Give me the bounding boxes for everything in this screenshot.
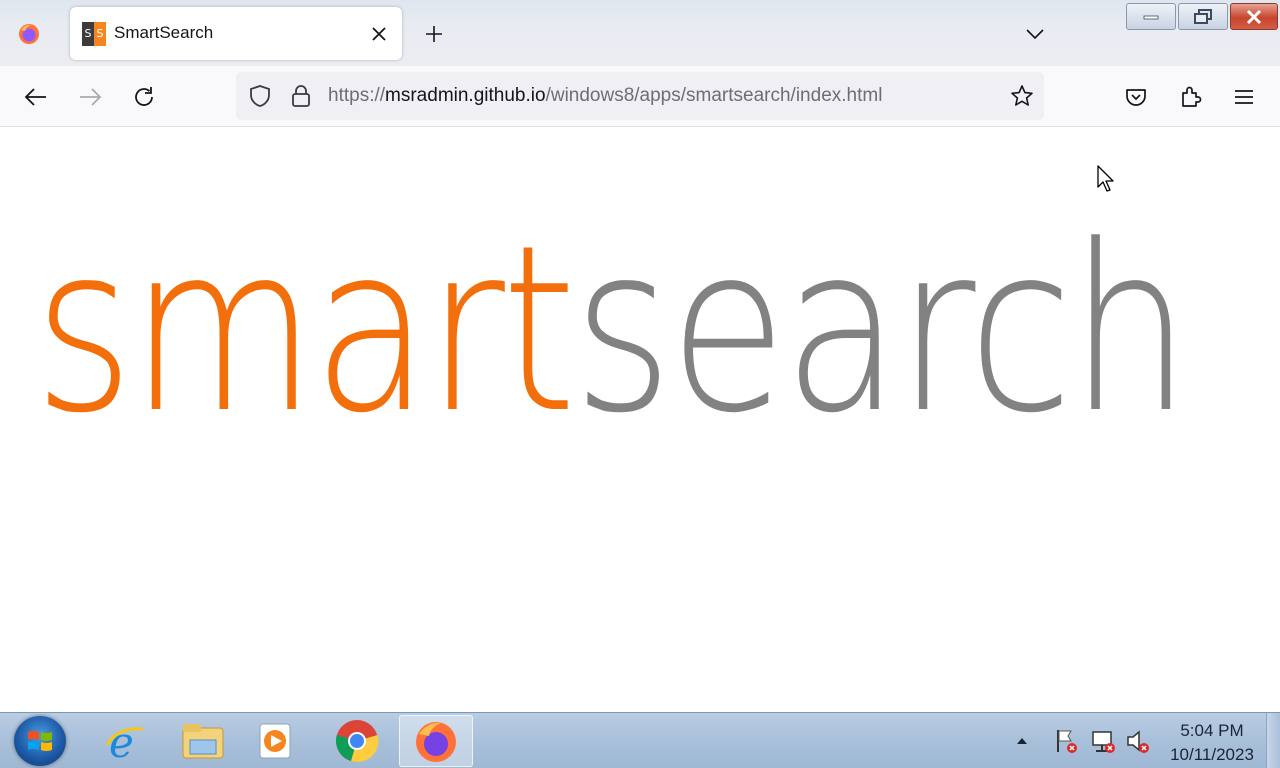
extensions-puzzle-icon[interactable] (1176, 82, 1206, 112)
windows-taskbar: e 5:04 PM 10/11/2023 (0, 712, 1280, 768)
firefox-icon[interactable] (399, 715, 473, 767)
action-center-flag-icon[interactable] (1052, 727, 1080, 755)
list-all-tabs-chevron-down-icon[interactable] (1020, 20, 1050, 48)
hamburger-menu-icon[interactable] (1229, 82, 1259, 112)
taskbar-clock[interactable]: 5:04 PM 10/11/2023 (1160, 719, 1264, 767)
url-bar[interactable]: https://msradmin.github.io/windows8/apps… (236, 72, 1044, 120)
back-arrow-icon[interactable] (21, 82, 51, 112)
favicon-letter: S (82, 22, 94, 46)
tab-smartsearch[interactable]: S S SmartSearch (70, 7, 402, 60)
mouse-pointer-icon (1097, 165, 1117, 193)
logo-search-text: search (573, 197, 1191, 464)
bookmark-star-icon[interactable] (1008, 82, 1036, 110)
page-content: smartsearch (0, 127, 1280, 712)
tab-title: SmartSearch (114, 23, 214, 42)
tab-strip: S S SmartSearch (0, 0, 1280, 66)
show-desktop-button[interactable] (1266, 713, 1280, 768)
lock-icon[interactable] (288, 82, 314, 110)
window-restore-button[interactable] (1178, 3, 1228, 30)
network-icon[interactable] (1088, 727, 1116, 755)
window-close-button[interactable] (1230, 3, 1278, 30)
volume-muted-icon[interactable] (1124, 727, 1152, 755)
close-tab-icon[interactable] (368, 23, 390, 45)
start-button-windows-icon[interactable] (14, 716, 66, 766)
url-scheme: https:// (328, 85, 386, 106)
url-host: msradmin.github.io (385, 85, 546, 106)
new-tab-plus-icon[interactable] (420, 20, 448, 48)
url-path: /windows8/apps/smartsearch/index.html (545, 85, 883, 106)
reload-icon[interactable] (129, 82, 159, 112)
pocket-icon[interactable] (1121, 82, 1151, 112)
firefox-view-icon[interactable] (14, 20, 44, 48)
show-hidden-icons-arrow-icon[interactable] (1014, 733, 1030, 749)
logo-smart-text: smart (34, 197, 576, 464)
internet-explorer-icon[interactable]: e (88, 715, 162, 767)
navigation-toolbar: https://msradmin.github.io/windows8/apps… (0, 66, 1280, 127)
clock-date: 10/11/2023 (1170, 745, 1254, 764)
svg-text:e: e (109, 719, 134, 763)
window-minimize-button[interactable] (1126, 3, 1176, 30)
clock-time: 5:04 PM (1180, 721, 1244, 740)
tracking-protection-shield-icon[interactable] (246, 82, 274, 110)
url-text[interactable]: https://msradmin.github.io/windows8/apps… (328, 85, 882, 107)
favicon-letter: S (94, 22, 106, 46)
smartsearch-favicon-icon: S S (82, 22, 106, 46)
media-player-icon[interactable] (238, 715, 312, 767)
chrome-icon[interactable] (320, 715, 394, 767)
file-explorer-icon[interactable] (166, 715, 240, 767)
smartsearch-logo: smartsearch (34, 201, 1191, 461)
forward-arrow-icon[interactable] (75, 82, 105, 112)
